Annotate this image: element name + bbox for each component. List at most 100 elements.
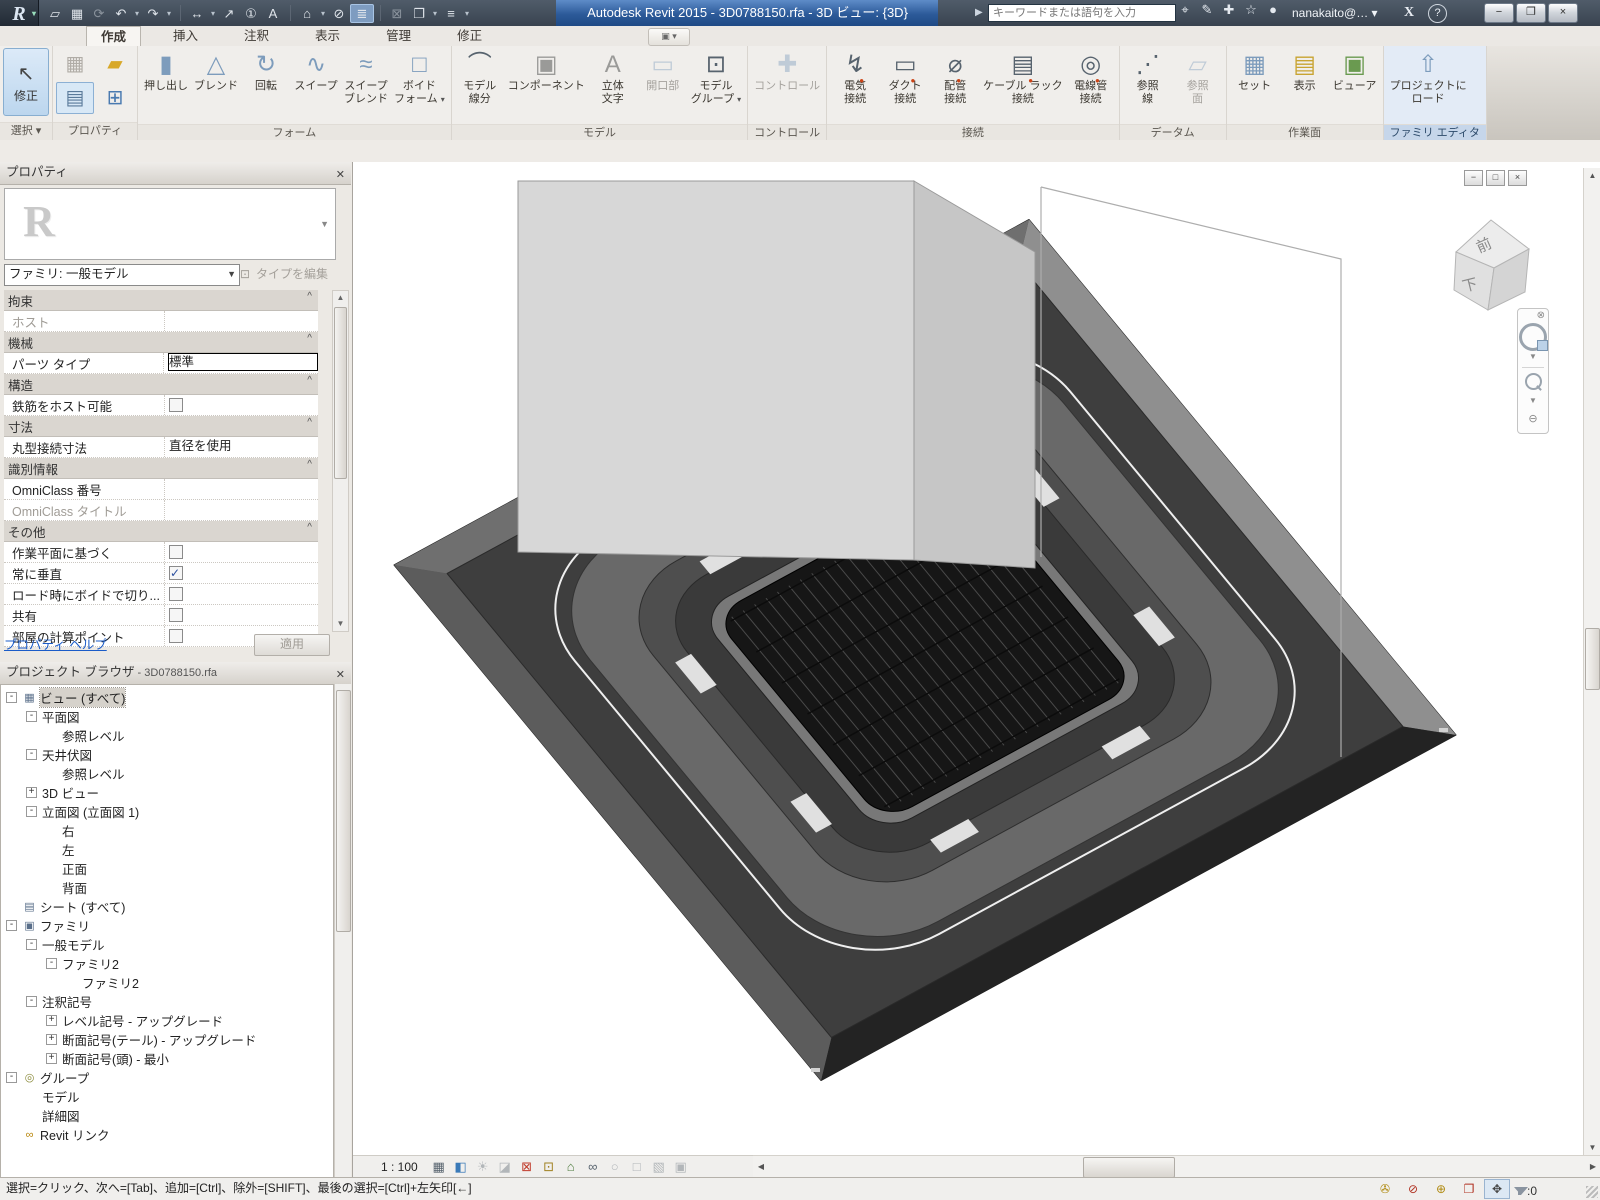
tree-item[interactable]: - ▦ ビュー (すべて) bbox=[1, 688, 333, 707]
view-control-icon[interactable]: ⌂ bbox=[560, 1157, 582, 1177]
type-selector[interactable]: ファミリ: 一般モデル▼ bbox=[4, 264, 240, 286]
ribbon-button[interactable]: ▤ 表示 bbox=[1280, 48, 1330, 122]
expand-collapse-icon[interactable]: - bbox=[26, 996, 37, 1007]
expand-collapse-icon[interactable]: + bbox=[46, 1015, 57, 1026]
property-row[interactable]: 寸法 ^ bbox=[4, 416, 318, 437]
property-row[interactable]: 常に垂直 ^ bbox=[4, 563, 318, 584]
qat-icon[interactable]: ▾ bbox=[430, 4, 440, 23]
expand-collapse-icon[interactable]: - bbox=[6, 1072, 17, 1083]
properties-scrollbar[interactable]: ▲ ▼ bbox=[332, 290, 349, 632]
qat-icon[interactable]: ⊠ bbox=[386, 4, 408, 23]
expand-collapse-icon[interactable]: - bbox=[26, 939, 37, 950]
window-restore-button[interactable]: ❐ bbox=[1516, 3, 1546, 23]
exchange-apps-icon[interactable]: X bbox=[1398, 3, 1420, 23]
property-row[interactable]: 機械 ^ bbox=[4, 332, 318, 353]
ribbon-display-toggle[interactable]: ▣ ▾ bbox=[648, 28, 690, 46]
collapse-chevron-icon[interactable]: ^ bbox=[307, 375, 312, 386]
qat-icon[interactable]: ⊘ bbox=[328, 4, 350, 23]
scroll-up-icon[interactable]: ▲ bbox=[333, 291, 348, 305]
scroll-down-icon[interactable]: ▼ bbox=[1584, 1140, 1600, 1156]
expand-collapse-icon[interactable]: - bbox=[46, 958, 57, 969]
close-icon[interactable]: ✕ bbox=[336, 165, 345, 186]
tree-item[interactable]: 参照レベル bbox=[1, 726, 333, 745]
tree-item[interactable]: - 平面図 bbox=[1, 707, 333, 726]
family-category-icon[interactable]: ▰ bbox=[96, 48, 134, 80]
ribbon-tab[interactable]: 注釈 bbox=[230, 26, 283, 46]
tree-item[interactable]: + 断面記号(頭) - 最小 bbox=[1, 1049, 333, 1068]
qat-icon[interactable]: ↷ bbox=[142, 4, 164, 23]
ribbon-button[interactable]: ▮ 押し出し ▾ bbox=[141, 48, 191, 122]
tree-item[interactable]: - ▣ ファミリ bbox=[1, 916, 333, 935]
qat-icon[interactable]: ↗ bbox=[218, 4, 240, 23]
titlebar-icon[interactable]: ✎ bbox=[1196, 0, 1218, 20]
ribbon-tab[interactable]: 修正 bbox=[443, 26, 496, 46]
ribbon-button[interactable]: A 立体 文字 ▾ bbox=[588, 48, 638, 122]
scroll-down-icon[interactable]: ▼ bbox=[333, 617, 348, 631]
apply-button[interactable]: 適用 bbox=[254, 634, 330, 656]
qat-icon[interactable]: A bbox=[262, 4, 284, 23]
view-control-icon[interactable]: ▣ bbox=[670, 1157, 692, 1177]
collapse-chevron-icon[interactable]: ^ bbox=[307, 522, 312, 533]
scroll-thumb[interactable] bbox=[334, 307, 347, 479]
ribbon-button[interactable]: ⌀ 配管接続 bbox=[930, 48, 980, 122]
browser-scrollbar[interactable] bbox=[334, 684, 351, 1178]
view-control-icon[interactable]: □ bbox=[626, 1157, 648, 1177]
property-row[interactable]: 作業平面に基づく ^ bbox=[4, 542, 318, 563]
qat-icon[interactable]: ▾ bbox=[208, 4, 218, 23]
expand-collapse-icon[interactable]: - bbox=[6, 920, 17, 931]
tree-item[interactable]: 右 bbox=[1, 821, 333, 840]
qat-icon[interactable]: ▾ bbox=[318, 4, 328, 23]
selection-filter-button[interactable]: :0 bbox=[1514, 1181, 1554, 1197]
ribbon-button[interactable]: ▦ セット bbox=[1230, 48, 1280, 122]
navbar-close-icon[interactable]: ⊗ bbox=[1537, 309, 1548, 322]
drawing-area[interactable]: 前 下 − □ × ⊗ ▼ ▼ ⊖ ▲ ▼ 1 : 100 bbox=[352, 162, 1600, 1178]
ribbon-button[interactable]: △ ブレンド ▾ bbox=[191, 48, 241, 122]
qat-icon[interactable] bbox=[284, 5, 291, 21]
family-types-icon[interactable]: ▦ bbox=[56, 48, 94, 80]
ribbon-button[interactable]: ∿ スイープ ▾ bbox=[291, 48, 341, 122]
ribbon-tab[interactable]: 挿入 bbox=[159, 26, 212, 46]
property-row[interactable]: OmniClass 番号 ^ bbox=[4, 479, 318, 500]
view-control-icon[interactable]: ○ bbox=[604, 1157, 626, 1177]
expand-collapse-icon[interactable]: + bbox=[46, 1034, 57, 1045]
tree-item[interactable]: 左 bbox=[1, 840, 333, 859]
qat-icon[interactable]: ① bbox=[240, 4, 262, 23]
titlebar-icon[interactable]: ⌖ bbox=[1174, 0, 1196, 20]
ribbon-tab[interactable]: 作成 bbox=[86, 26, 141, 46]
panel-label-select[interactable]: 選択 ▾ bbox=[0, 122, 52, 140]
tree-item[interactable]: ファミリ2 bbox=[1, 973, 333, 992]
tree-item[interactable]: 詳細図 bbox=[1, 1106, 333, 1125]
close-icon[interactable]: ✕ bbox=[336, 665, 345, 686]
qat-icon[interactable] bbox=[374, 5, 381, 21]
property-row[interactable]: 共有 ^ bbox=[4, 605, 318, 626]
load-into-project-button[interactable]: ⇧ プロジェクトにロード bbox=[1387, 48, 1470, 122]
view-control-icon[interactable]: ▦ bbox=[428, 1157, 450, 1177]
user-account-menu[interactable]: nanakaito@… ▾ bbox=[1292, 3, 1378, 23]
ribbon-button[interactable]: ↻ 回転 ▾ bbox=[241, 48, 291, 122]
checkbox[interactable] bbox=[169, 587, 183, 601]
ribbon-tab[interactable]: 表示 bbox=[301, 26, 354, 46]
ribbon-button[interactable]: □ ボイド フォーム ▾ bbox=[391, 48, 448, 122]
view-control-icon[interactable]: ⊡ bbox=[538, 1157, 560, 1177]
ribbon-button[interactable]: ▭ ダクト接続 bbox=[880, 48, 930, 122]
tree-item[interactable]: ▤ シート (すべて) bbox=[1, 897, 333, 916]
qat-icon[interactable]: ▾ bbox=[132, 4, 142, 23]
ribbon-button[interactable]: ⋰ 参照線 bbox=[1123, 48, 1173, 122]
tree-item[interactable]: 正面 bbox=[1, 859, 333, 878]
view-scale-button[interactable]: 1 : 100 bbox=[353, 1160, 428, 1174]
tree-item[interactable]: - 一般モデル bbox=[1, 935, 333, 954]
chevron-down-icon[interactable]: ▼ bbox=[1529, 396, 1537, 408]
qat-icon[interactable]: ↔ bbox=[186, 4, 208, 23]
tree-item[interactable]: - 注釈記号 bbox=[1, 992, 333, 1011]
ribbon-button[interactable]: ↯ 電気接続 bbox=[830, 48, 880, 122]
scroll-right-icon[interactable]: ▶ bbox=[1585, 1156, 1600, 1177]
checkbox[interactable] bbox=[169, 566, 183, 580]
expand-collapse-icon[interactable]: - bbox=[26, 711, 37, 722]
navbar-collapse-icon[interactable]: ⊖ bbox=[1528, 412, 1537, 425]
ribbon-button[interactable]: ✚ コントロール bbox=[751, 48, 823, 122]
ribbon-button[interactable]: ⌒ モデル 線分 ▾ bbox=[455, 48, 505, 122]
properties-palette-icon[interactable]: ▤ bbox=[56, 82, 94, 114]
tree-item[interactable]: - 立面図 (立面図 1) bbox=[1, 802, 333, 821]
titlebar-icon[interactable]: ☆ bbox=[1240, 0, 1262, 20]
selection-toggle-icon[interactable]: ❐ bbox=[1456, 1179, 1482, 1199]
